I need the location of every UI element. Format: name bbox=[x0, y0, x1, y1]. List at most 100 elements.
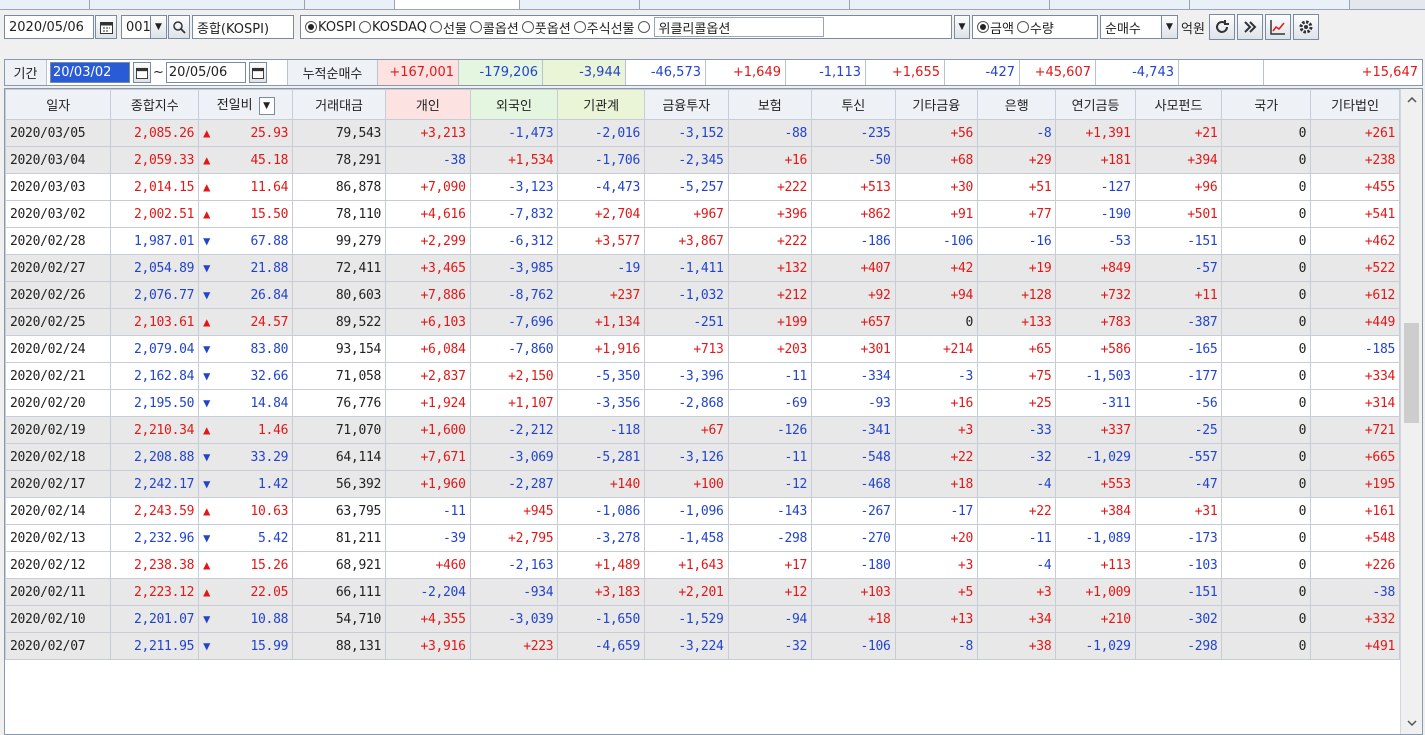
tab[interactable] bbox=[640, 0, 850, 9]
refresh-icon[interactable] bbox=[1208, 14, 1235, 40]
unit-label: 억원 bbox=[1181, 21, 1205, 37]
date-field[interactable]: 2020/05/06 bbox=[4, 15, 94, 39]
cell-investor-value: -93 bbox=[811, 389, 896, 417]
cumulative-label: 누적순매수 bbox=[288, 60, 378, 85]
scroll-thumb[interactable] bbox=[1404, 323, 1419, 423]
column-header[interactable]: 은행 bbox=[977, 89, 1057, 120]
column-header[interactable]: 국가 bbox=[1221, 89, 1312, 120]
cell-date: 2020/02/10 bbox=[5, 605, 112, 633]
table-row[interactable]: 2020/02/25 2,103.61 ▲ 24.57 89,522 +6,103 -7,6… bbox=[5, 308, 1400, 336]
trade-type-select[interactable]: 순매수 bbox=[1100, 15, 1162, 39]
table-row[interactable]: 2020/02/21 2,162.84 ▼ 32.66 71,058 +2,837 +2,1… bbox=[5, 362, 1400, 390]
radio-call-option[interactable]: 콜옵션 bbox=[469, 18, 519, 37]
column-header[interactable]: 전일비 ▼ bbox=[198, 89, 294, 120]
vertical-scrollbar[interactable] bbox=[1400, 89, 1422, 734]
chevron-down-icon[interactable]: ▼ bbox=[151, 15, 167, 39]
index-name-field: 종합(KOSPI) bbox=[192, 15, 294, 39]
table-row[interactable]: 2020/02/27 2,054.89 ▼ 21.88 72,411 +3,465 -3,9… bbox=[5, 254, 1400, 282]
chevron-down-icon[interactable]: ▼ bbox=[1162, 15, 1178, 39]
column-header[interactable]: 일자 bbox=[5, 89, 112, 120]
cell-investor-value: +1,009 bbox=[1055, 578, 1136, 606]
tab[interactable] bbox=[90, 0, 305, 9]
cell-investor-value: -3,356 bbox=[557, 389, 645, 417]
table-row[interactable]: 2020/02/24 2,079.04 ▼ 83.80 93,154 +6,084 -7,8… bbox=[5, 335, 1400, 363]
tab[interactable] bbox=[1050, 0, 1190, 9]
weekly-option-select[interactable]: 위클리콜옵션 bbox=[653, 17, 824, 37]
cell-date: 2020/03/04 bbox=[5, 146, 112, 174]
column-header[interactable]: 보험 bbox=[727, 89, 813, 120]
table-row[interactable]: 2020/02/20 2,195.50 ▼ 14.84 76,776 +1,924 +1,1… bbox=[5, 389, 1400, 417]
table-row[interactable]: 2020/02/17 2,242.17 ▼ 1.42 56,392 +1,960 -2,28… bbox=[5, 470, 1400, 498]
column-header[interactable]: 거래대금 bbox=[292, 89, 387, 120]
cell-date: 2020/02/24 bbox=[5, 335, 112, 363]
cell-investor-value: +261 bbox=[1310, 119, 1400, 147]
column-header[interactable]: 개인 bbox=[385, 89, 471, 120]
calendar-icon[interactable] bbox=[248, 62, 267, 83]
search-icon[interactable] bbox=[168, 15, 190, 39]
table-row[interactable]: 2020/03/04 2,059.33 ▲ 45.18 78,291 -38 +1,534-… bbox=[5, 146, 1400, 174]
cell-investor-value: -17 bbox=[894, 497, 979, 525]
cell-investor-value: -2,287 bbox=[469, 470, 559, 498]
radio-put-option[interactable]: 풋옵션 bbox=[521, 18, 571, 37]
code-select[interactable]: 001 bbox=[121, 15, 151, 39]
cell-trading-value: 63,795 bbox=[292, 497, 387, 525]
column-header[interactable]: 기타금융 bbox=[894, 89, 979, 120]
column-header[interactable]: 종합지수 bbox=[110, 89, 200, 120]
radio-label: 콜옵션 bbox=[482, 21, 519, 37]
calendar-icon[interactable] bbox=[133, 62, 151, 83]
column-header[interactable]: 연기금등 bbox=[1055, 89, 1136, 120]
table-row[interactable]: 2020/02/13 2,232.96 ▼ 5.42 81,211 -39 +2,795 -3… bbox=[5, 524, 1400, 552]
table-row[interactable]: 2020/02/26 2,076.77 ▼ 26.84 80,603 +7,886 -8,7… bbox=[5, 281, 1400, 309]
tab-active[interactable] bbox=[395, 0, 520, 9]
radio-kosdaq[interactable]: KOSDAQ bbox=[358, 20, 427, 35]
column-header[interactable]: 외국인 bbox=[469, 89, 559, 120]
table-row[interactable]: 2020/02/11 2,223.12 ▲ 22.05 66,111 -2,204 -934… bbox=[5, 578, 1400, 606]
radio-quantity[interactable]: 수량 bbox=[1016, 18, 1054, 37]
cell-investor-value: +31 bbox=[1134, 497, 1223, 525]
calendar-icon[interactable] bbox=[95, 15, 117, 39]
gear-icon[interactable] bbox=[1292, 14, 1319, 40]
cell-investor-value: +1,916 bbox=[557, 335, 645, 363]
table-row[interactable]: 2020/02/10 2,201.07 ▼ 10.88 54,710 +4,355 -3,0… bbox=[5, 605, 1400, 633]
cell-index: 2,238.38 bbox=[110, 551, 200, 579]
column-header[interactable]: 기타법인 bbox=[1310, 89, 1400, 120]
table-row[interactable]: 2020/03/02 2,002.51 ▲ 15.50 78,110 +4,616 -7,8… bbox=[5, 200, 1400, 228]
tab[interactable] bbox=[305, 0, 395, 9]
cell-investor-value: +612 bbox=[1310, 281, 1400, 309]
scroll-up-icon[interactable] bbox=[1401, 89, 1422, 111]
table-row[interactable]: 2020/02/28 1,987.01 ▼ 67.88 99,279 +2,299 -6,3… bbox=[5, 227, 1400, 255]
chevron-double-right-icon[interactable] bbox=[1236, 14, 1263, 40]
tab[interactable] bbox=[0, 0, 90, 9]
chevron-down-icon[interactable]: ▼ bbox=[954, 15, 970, 39]
radio-futures[interactable]: 선물 bbox=[429, 18, 467, 37]
tab[interactable] bbox=[850, 0, 1050, 9]
table-row[interactable]: 2020/03/03 2,014.15 ▲ 11.64 86,878 +7,090 -3,1… bbox=[5, 173, 1400, 201]
table-row[interactable]: 2020/03/05 2,085.26 ▲ 25.93 79,543 +3,213 -1,4… bbox=[5, 119, 1400, 147]
chart-icon[interactable] bbox=[1264, 14, 1291, 40]
radio-weekly[interactable] bbox=[637, 21, 651, 33]
to-date-input[interactable]: 20/05/06 bbox=[165, 62, 246, 83]
tab[interactable] bbox=[520, 0, 640, 9]
column-header[interactable]: 투신 bbox=[811, 89, 896, 120]
cell-investor-value: -1,473 bbox=[469, 119, 559, 147]
chevron-down-icon[interactable]: ▼ bbox=[258, 96, 275, 115]
column-header[interactable]: 기관계 bbox=[557, 89, 645, 120]
cell-investor-value: +334 bbox=[1310, 362, 1400, 390]
table-row[interactable]: 2020/02/18 2,208.88 ▼ 33.29 64,114 +7,671 -3,0… bbox=[5, 443, 1400, 471]
cell-investor-value: +2,150 bbox=[469, 362, 559, 390]
tab[interactable] bbox=[1190, 0, 1350, 9]
column-header[interactable]: 사모펀드 bbox=[1134, 89, 1223, 120]
table-row[interactable]: 2020/02/19 2,210.34 ▲ 1.46 71,070 +1,600 -2,21… bbox=[5, 416, 1400, 444]
table-row[interactable]: 2020/02/07 2,211.95 ▼ 15.99 88,131 +3,916 +223… bbox=[5, 632, 1400, 660]
radio-stock-futures[interactable]: 주식선물 bbox=[573, 18, 635, 37]
cell-investor-value: +7,671 bbox=[385, 443, 471, 471]
radio-amount[interactable]: 금액 bbox=[977, 18, 1014, 37]
from-date-input[interactable]: 20/03/02 bbox=[50, 62, 130, 83]
table-row[interactable]: 2020/02/12 2,238.38 ▲ 15.26 68,921 +460 -2,163… bbox=[5, 551, 1400, 579]
table-row[interactable]: 2020/02/14 2,243.59 ▲ 10.63 63,795 -11 +945 -1,… bbox=[5, 497, 1400, 525]
change-value: 25.93 bbox=[250, 125, 289, 141]
scroll-down-icon[interactable] bbox=[1401, 712, 1422, 734]
column-header[interactable]: 금융투자 bbox=[643, 89, 729, 120]
radio-kospi[interactable]: KOSPI bbox=[305, 20, 356, 35]
from-date: 20/03/02 bbox=[53, 65, 112, 80]
